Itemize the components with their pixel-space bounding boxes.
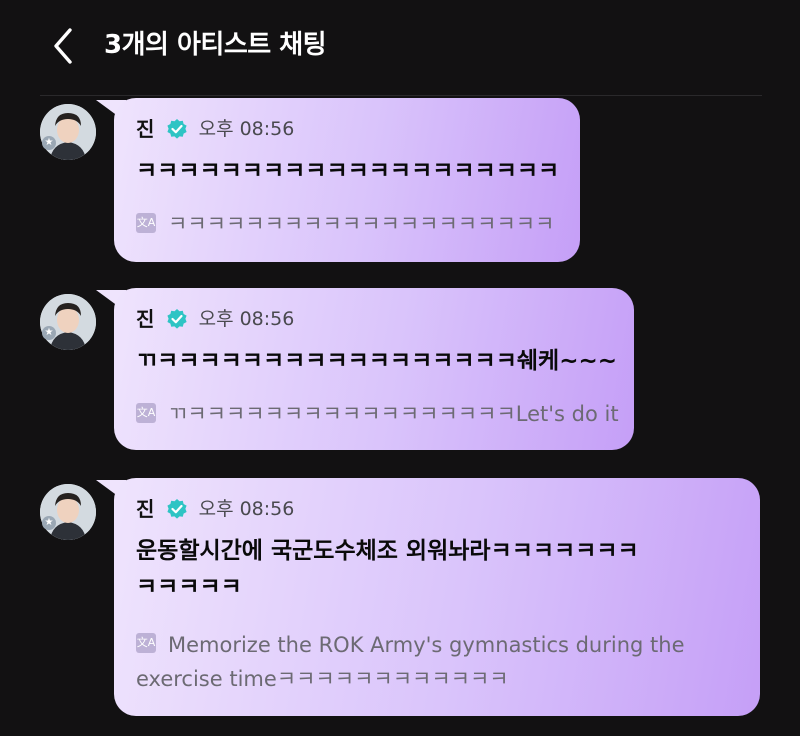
translation-text-line-2: exercise timeㅋㅋㅋㅋㅋㅋㅋㅋㅋㅋㅋㅋ (136, 667, 509, 691)
message-text-line-1: 운동할시간에 국군도수체조 외워놔라ㅋㅋㅋㅋㅋㅋㅋ (136, 538, 639, 564)
message-text-line-2: ㅋㅋㅋㅋㅋ (136, 574, 242, 600)
message-text: ㄲㅋㅋㅋㅋㅋㅋㅋㅋㅋㅋㅋㅋㅋㅋㅋㅋㅋ쉐케~~~ (136, 348, 618, 374)
verified-badge-icon (166, 118, 188, 140)
chat-header: 3개의 아티스트 채팅 (0, 0, 800, 96)
avatar[interactable] (40, 484, 96, 540)
verified-badge-icon (166, 308, 188, 330)
page-title: 3개의 아티스트 채팅 (104, 30, 327, 60)
message-time: 오후 08:56 (198, 498, 295, 520)
translation-text-line-1: Memorize the ROK Army's gymnastics durin… (168, 633, 685, 657)
message-time: 오후 08:56 (198, 308, 295, 330)
avatar[interactable] (40, 104, 96, 160)
message-meta: 진 오후 08:56 (136, 496, 294, 522)
star-icon: ★ (42, 516, 56, 530)
star-icon: ★ (42, 136, 56, 150)
back-button[interactable] (44, 25, 84, 67)
translate-icon[interactable]: 文A (136, 403, 156, 423)
translate-icon[interactable]: 文A (136, 633, 156, 653)
profile-photo (40, 104, 96, 160)
translate-icon[interactable]: 文A (136, 213, 156, 233)
message-bubble: 진 오후 08:56 ㅋㅋㅋㅋㅋㅋㅋㅋㅋㅋㅋㅋㅋㅋㅋㅋㅋㅋㅋㅋ 文A ㅋㅋㅋㅋㅋ… (114, 98, 580, 262)
message-time: 오후 08:56 (198, 118, 295, 140)
header-divider (40, 95, 762, 96)
profile-photo (40, 294, 96, 350)
chevron-left-icon (54, 28, 72, 64)
sender-name: 진 (136, 307, 155, 331)
verified-badge-icon (166, 498, 188, 520)
sender-name: 진 (136, 497, 155, 521)
message-meta: 진 오후 08:56 (136, 116, 294, 142)
sender-name: 진 (136, 117, 155, 141)
star-icon: ★ (42, 326, 56, 340)
avatar[interactable] (40, 294, 96, 350)
message-bubble: 진 오후 08:56 운동할시간에 국군도수체조 외워놔라ㅋㅋㅋㅋㅋㅋㅋ ㅋㅋㅋ… (114, 478, 760, 716)
message-meta: 진 오후 08:56 (136, 306, 294, 332)
translation-text: ㄲㅋㅋㅋㅋㅋㅋㅋㅋㅋㅋㅋㅋㅋㅋㅋㅋㅋLet's do it (168, 402, 619, 426)
profile-photo (40, 484, 96, 540)
translation-text: ㅋㅋㅋㅋㅋㅋㅋㅋㅋㅋㅋㅋㅋㅋㅋㅋㅋㅋㅋㅋ (168, 212, 555, 236)
message-bubble: 진 오후 08:56 ㄲㅋㅋㅋㅋㅋㅋㅋㅋㅋㅋㅋㅋㅋㅋㅋㅋㅋ쉐케~~~ 文A ㄲㅋ… (114, 288, 634, 450)
message-text: ㅋㅋㅋㅋㅋㅋㅋㅋㅋㅋㅋㅋㅋㅋㅋㅋㅋㅋㅋㅋ (136, 158, 560, 184)
